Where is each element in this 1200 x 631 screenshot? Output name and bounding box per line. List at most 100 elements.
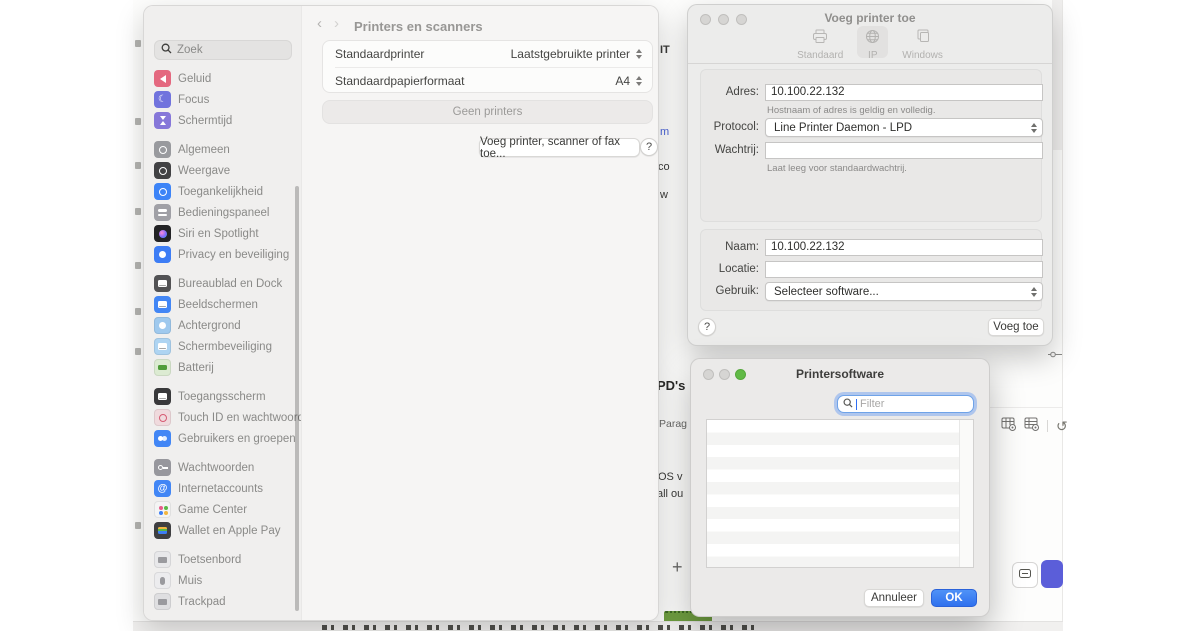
bg-text-fragment: IT [660, 45, 674, 56]
sidebar-item-bedieningspaneel[interactable]: Bedieningspaneel [150, 202, 293, 223]
add-printer-tabs: Standaard IP Windows [688, 26, 1052, 64]
trackpad-icon [154, 593, 171, 610]
control-center-icon [154, 204, 171, 221]
chevron-up-down-icon [636, 49, 642, 59]
cancel-button[interactable]: Annuleer [864, 589, 924, 607]
location-field[interactable] [765, 261, 1043, 278]
bg-link-fragment: m [660, 127, 672, 138]
back-icon[interactable]: ‹ [317, 15, 322, 32]
queue-field[interactable] [765, 142, 1043, 159]
sidebar-item-touch-id[interactable]: Touch ID en wachtwoord [150, 407, 293, 428]
filter-input[interactable]: Filter [837, 395, 974, 413]
comment-button[interactable] [1012, 562, 1038, 588]
sidebar-item-algemeen[interactable]: Algemeen [150, 139, 293, 160]
add-button[interactable]: Voeg toe [988, 318, 1044, 336]
resize-handle-icon[interactable] [1048, 346, 1062, 364]
sidebar-item-siri[interactable]: Siri en Spotlight [150, 223, 293, 244]
sidebar-scrollbar[interactable] [295, 186, 299, 611]
insert-table-row-icon[interactable] [1001, 416, 1016, 436]
wallpaper-icon [154, 317, 171, 334]
sidebar-item-privacy[interactable]: Privacy en beveiliging [150, 244, 293, 265]
bg-text-fragment [135, 308, 141, 315]
name-field[interactable]: 10.100.22.132 [765, 239, 1043, 256]
sidebar-item-wachtwoorden[interactable]: Wachtwoorden [150, 457, 293, 478]
bg-text-fragment [135, 118, 141, 125]
sidebar-item-muis[interactable]: Muis [150, 570, 293, 591]
fingerprint-icon [154, 409, 171, 426]
bg-text-fragment: all ou [657, 489, 689, 500]
address-label: Adres: [701, 84, 759, 101]
software-list[interactable] [706, 419, 974, 568]
sidebar-item-batterij[interactable]: Batterij [150, 357, 293, 378]
name-label: Naam: [701, 239, 759, 256]
primary-action-button[interactable] [1041, 560, 1063, 588]
system-settings-window: Zoek Geluid ☾Focus Schermtijd Algemeen W… [143, 5, 659, 621]
ok-button[interactable]: OK [931, 589, 977, 607]
sidebar-item-weergave[interactable]: Weergave [150, 160, 293, 181]
help-button[interactable]: ? [698, 318, 716, 336]
bg-text-fragment [135, 522, 141, 529]
bg-toolbar-divider [990, 407, 1062, 408]
address-field[interactable]: 10.100.22.132 [765, 84, 1043, 101]
use-dropdown[interactable]: Selecteer software... [765, 282, 1043, 301]
insert-table-column-icon[interactable] [1024, 416, 1039, 436]
printer-icon [812, 29, 828, 49]
tab-ip[interactable]: IP [857, 26, 888, 58]
sidebar-item-beeldschermen[interactable]: Beeldschermen [150, 294, 293, 315]
sidebar-item-achtergrond[interactable]: Achtergrond [150, 315, 293, 336]
sidebar-item-geluid[interactable]: Geluid [150, 68, 293, 89]
default-printer-row[interactable]: Standaardprinter Laatstgebruikte printer [323, 41, 652, 67]
mouse-icon [154, 572, 171, 589]
chevron-up-down-icon [636, 76, 642, 86]
chevron-up-down-icon [1031, 287, 1037, 297]
sidebar-item-toetsenbord[interactable]: Toetsenbord [150, 549, 293, 570]
sidebar-item-schermtijd[interactable]: Schermtijd [150, 110, 293, 131]
sidebar-item-bureaublad-dock[interactable]: Bureaublad en Dock [150, 273, 293, 294]
windows-printer-icon [915, 29, 931, 49]
siri-icon [154, 225, 171, 242]
bg-text-fragment: co [658, 162, 672, 173]
sidebar-item-internetaccounts[interactable]: @Internetaccounts [150, 478, 293, 499]
sidebar-item-focus[interactable]: ☾Focus [150, 89, 293, 110]
help-button[interactable]: ? [640, 138, 658, 156]
use-label: Gebruik: [701, 283, 759, 300]
bg-text-fragment: OS v [658, 472, 688, 483]
address-help-text: Hostnaam of adres is geldig en volledig. [767, 105, 935, 116]
undo-icon[interactable]: ↺ [1056, 419, 1068, 434]
moon-icon: ☾ [154, 91, 171, 108]
empty-state-text: Geen printers [453, 106, 523, 118]
bg-text-fragment [135, 162, 141, 169]
list-scrollbar[interactable] [959, 420, 973, 567]
bg-text-fragment [135, 262, 141, 269]
printers-panel: ‹ › Printers en scanners Standaardprinte… [301, 6, 659, 621]
comment-icon [1019, 566, 1031, 584]
search-icon [161, 41, 172, 59]
protocol-dropdown[interactable]: Line Printer Daemon - LPD [765, 118, 1043, 137]
search-input[interactable]: Zoek [154, 40, 292, 60]
game-center-icon [154, 501, 171, 518]
sidebar-item-trackpad[interactable]: Trackpad [150, 591, 293, 612]
sidebar-item-wallet[interactable]: Wallet en Apple Pay [150, 520, 293, 541]
cut-off-caption-text [322, 625, 758, 630]
sidebar-item-schermbeveiliging[interactable]: Schermbeveiliging [150, 336, 293, 357]
sidebar-groups: Geluid ☾Focus Schermtijd Algemeen Weerga… [150, 68, 293, 620]
search-placeholder: Zoek [177, 44, 203, 56]
sidebar-item-gebruikers[interactable]: Gebruikers en groepen [150, 428, 293, 449]
add-printer-button[interactable]: Voeg printer, scanner of fax toe... [479, 138, 640, 157]
tab-standaard[interactable]: Standaard [789, 26, 851, 58]
speaker-icon [154, 70, 171, 87]
screen: IT m co w PD's Parag OS v all ou + ↺ [0, 0, 1200, 630]
location-label: Locatie: [701, 261, 759, 278]
sidebar-item-toegankelijkheid[interactable]: Toegankelijkheid [150, 181, 293, 202]
sidebar-item-toegangsscherm[interactable]: Toegangsscherm [150, 386, 293, 407]
tab-windows[interactable]: Windows [894, 26, 951, 58]
sidebar-item-game-center[interactable]: Game Center [150, 499, 293, 520]
default-paper-row[interactable]: Standaardpapierformaat A4 [335, 67, 652, 94]
add-printer-dialog: Voeg printer toe Standaard IP Windows Ad… [687, 4, 1053, 346]
hourglass-icon [154, 112, 171, 129]
search-icon [843, 395, 853, 413]
bg-editor-toolbar: ↺ [1001, 416, 1068, 436]
lock-screen-icon [154, 388, 171, 405]
connection-section: Adres: 10.100.22.132 Hostnaam of adres i… [700, 69, 1042, 222]
bg-text-fragment: w [660, 190, 672, 201]
